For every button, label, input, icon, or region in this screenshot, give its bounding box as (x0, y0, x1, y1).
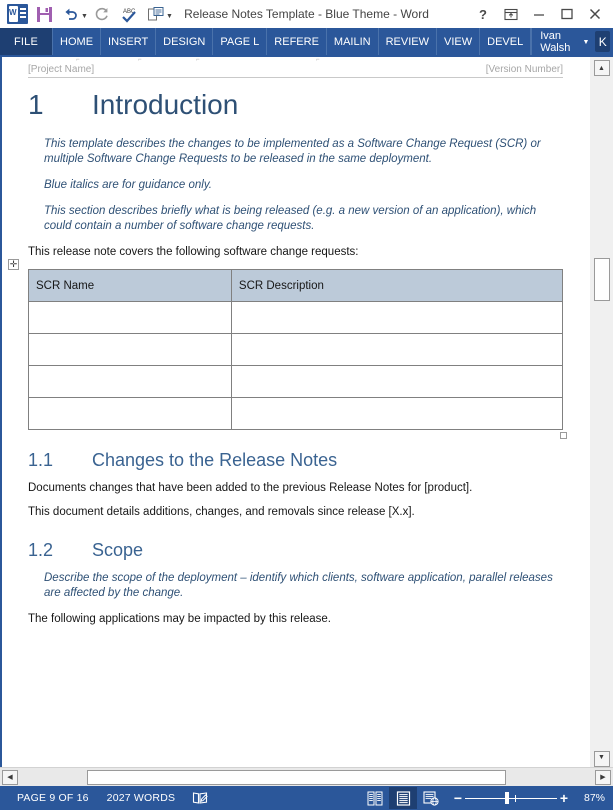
tab-page-layout[interactable]: PAGE L (213, 28, 268, 55)
quick-access-toolbar: W ▼ ABC ▼ (0, 2, 173, 26)
page-header[interactable]: [Project Name] [Version Number] (28, 63, 563, 78)
tab-home[interactable]: HOME (52, 28, 102, 55)
account-area: Ivan Walsh ▼ K (531, 28, 613, 55)
horizontal-scrollbar[interactable]: ◀ ▶ (0, 767, 613, 786)
ribbon-tab-bar: FILE HOME INSERT DESIGN PAGE L REFERE MA… (0, 28, 613, 55)
zoom-level-label[interactable]: 87% (571, 792, 605, 804)
web-layout-view-button[interactable] (417, 787, 445, 809)
page-number-status[interactable]: PAGE 9 OF 16 (8, 792, 98, 804)
zoom-out-button[interactable]: − (451, 791, 465, 805)
zoom-in-button[interactable]: + (557, 791, 571, 805)
scroll-right-icon[interactable]: ▶ (595, 769, 611, 785)
tab-file[interactable]: FILE (0, 28, 53, 55)
scroll-down-icon[interactable]: ▼ (593, 751, 610, 767)
window-controls: ? (469, 2, 613, 26)
user-name-label[interactable]: Ivan Walsh (540, 30, 577, 54)
guidance-paragraph-3: This section describes briefly what is b… (44, 205, 537, 232)
status-bar: PAGE 9 OF 16 2027 WORDS − + 87% (0, 786, 613, 810)
heading-1-text: Introduction (92, 89, 239, 120)
table-cell[interactable] (230, 301, 564, 334)
tab-references[interactable]: REFERE (267, 28, 327, 55)
proofing-errors-icon[interactable] (184, 791, 216, 805)
header-project-name: [Project Name] (28, 64, 95, 75)
heading-1-2-number: 1.2 (28, 540, 54, 560)
zoom-slider-thumb[interactable] (505, 792, 509, 804)
intro-body-paragraph: This release note covers the following s… (28, 246, 359, 258)
read-mode-view-button[interactable] (361, 787, 389, 809)
ribbon-display-options-button[interactable] (497, 2, 525, 26)
section-1-2-guidance: Describe the scope of the deployment – i… (44, 572, 553, 599)
redo-icon[interactable] (89, 2, 115, 26)
table-row[interactable] (28, 333, 564, 366)
table-cell[interactable] (230, 397, 564, 430)
table-header-scr-name: SCR Name (28, 269, 232, 302)
tab-review[interactable]: REVIEW (379, 28, 438, 55)
heading-1-1-text: Changes to the Release Notes (92, 450, 338, 470)
undo-dropdown-icon[interactable]: ▼ (81, 13, 88, 20)
document-page[interactable]: [Project Name] [Version Number] 1 Introd… (2, 63, 589, 627)
close-button[interactable] (581, 2, 609, 26)
word-app-icon[interactable]: W (4, 2, 30, 26)
title-bar: W ▼ ABC ▼ Release Notes Template - Blue … (0, 0, 613, 28)
vertical-scrollbar[interactable]: ▲ ▼ (589, 57, 613, 767)
section-1-1-paragraph-1: Documents changes that have been added t… (28, 482, 473, 494)
avatar[interactable]: K (595, 31, 610, 52)
header-version-number: [Version Number] (485, 64, 563, 75)
scr-table-container: ✛ SCR Name SCR Description (8, 259, 567, 439)
table-move-handle-icon[interactable]: ✛ (8, 259, 19, 270)
tab-mailings[interactable]: MAILIN (327, 28, 379, 55)
customize-qat-icon[interactable]: ▼ (166, 13, 173, 20)
heading-1-1-changes-to-the-release-notes: 1.1 Changes to the Release Notes (28, 448, 563, 472)
zoom-slider[interactable] (465, 792, 557, 804)
table-header-scr-description: SCR Description (230, 269, 564, 302)
table-row[interactable] (28, 301, 564, 334)
tab-insert[interactable]: INSERT (101, 28, 157, 55)
save-icon[interactable] (31, 2, 57, 26)
heading-1-number: 1 (28, 89, 44, 120)
heading-1-introduction: 1 Introduction (28, 89, 563, 121)
vertical-scroll-thumb[interactable] (594, 258, 610, 301)
table-row[interactable] (28, 365, 564, 398)
document-work-area: ⌐ ⌐ ⌐ ⌐ [Project Name] [Version Number] … (0, 55, 613, 767)
scroll-left-icon[interactable]: ◀ (2, 769, 18, 785)
zoom-control: − + 87% (445, 791, 605, 805)
guidance-paragraph-1: This template describes the changes to b… (44, 138, 541, 165)
vertical-scroll-track[interactable] (590, 76, 613, 748)
table-cell[interactable] (28, 397, 232, 430)
heading-1-2-text: Scope (92, 540, 144, 560)
table-header-row: SCR Name SCR Description (28, 269, 564, 302)
word-application-window: W ▼ ABC ▼ Release Notes Template - Blue … (0, 0, 613, 810)
guidance-paragraph-2: Blue italics are for guidance only. (44, 179, 212, 191)
help-button[interactable]: ? (469, 2, 497, 26)
tab-design[interactable]: DESIGN (156, 28, 214, 55)
print-layout-view-button[interactable] (389, 787, 417, 809)
tab-view[interactable]: VIEW (437, 28, 481, 55)
spelling-check-icon[interactable]: ABC (116, 2, 142, 26)
table-cell[interactable] (28, 333, 232, 366)
minimize-button[interactable] (525, 2, 553, 26)
word-count-status[interactable]: 2027 WORDS (98, 792, 185, 804)
table-row[interactable] (28, 397, 564, 430)
horizontal-scroll-track[interactable] (19, 769, 594, 785)
maximize-button[interactable] (553, 2, 581, 26)
document-canvas[interactable]: ⌐ ⌐ ⌐ ⌐ [Project Name] [Version Number] … (0, 57, 589, 767)
zoom-slider-midpoint (515, 795, 516, 802)
table-cell[interactable] (28, 301, 232, 334)
heading-1-1-number: 1.1 (28, 450, 54, 470)
table-cell[interactable] (28, 365, 232, 398)
chevron-down-icon[interactable]: ▼ (583, 39, 590, 46)
tab-developer[interactable]: DEVEL (480, 28, 532, 55)
heading-1-2-scope: 1.2 Scope (28, 538, 563, 562)
table-cell[interactable] (230, 365, 564, 398)
table-cell[interactable] (230, 333, 564, 366)
ribbon-tabs: HOME INSERT DESIGN PAGE L REFERE MAILIN … (52, 28, 532, 55)
table-resize-handle-icon[interactable] (560, 432, 567, 439)
scroll-up-icon[interactable]: ▲ (593, 60, 610, 76)
section-1-2-paragraph: The following applications may be impact… (28, 613, 331, 625)
horizontal-scroll-thumb[interactable] (87, 769, 506, 785)
section-1-1-paragraph-2: This document details additions, changes… (28, 506, 415, 518)
scr-table[interactable]: SCR Name SCR Description (28, 269, 564, 430)
